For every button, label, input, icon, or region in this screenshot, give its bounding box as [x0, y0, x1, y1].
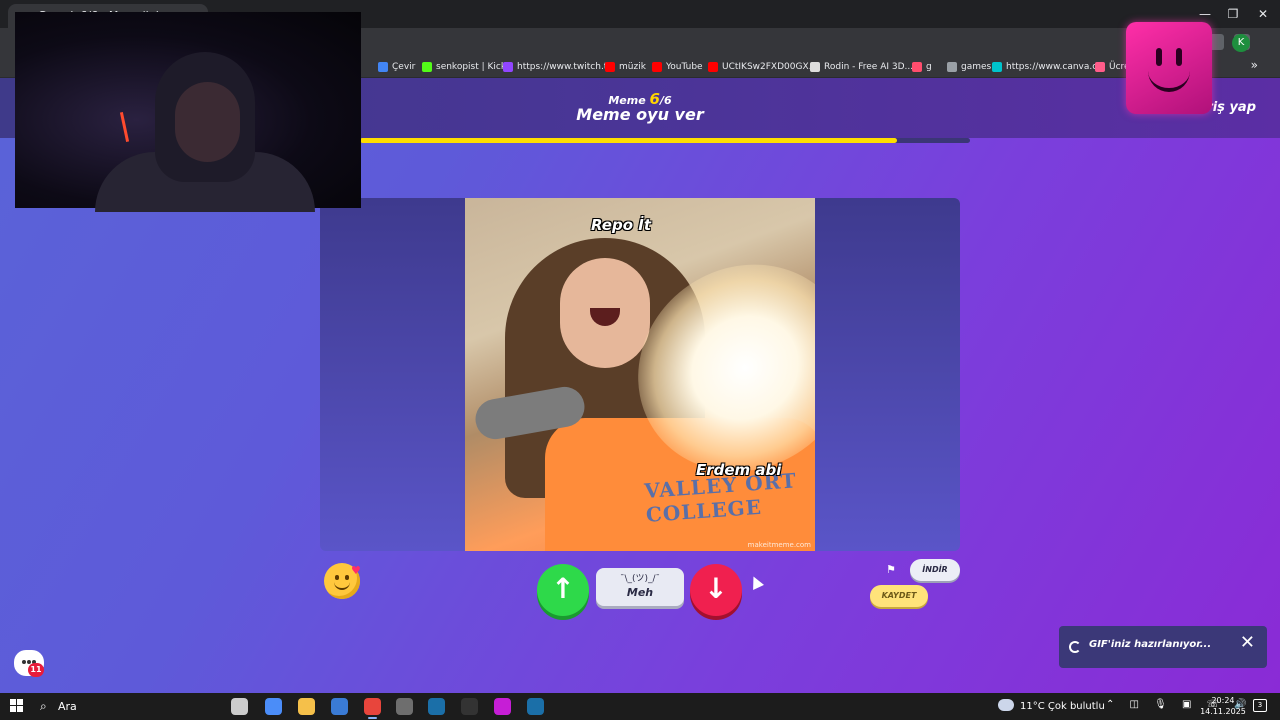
progress-fill: [360, 138, 897, 143]
bookmark-item[interactable]: senkopist | Kick: [422, 59, 506, 75]
emoji-eye-right: [345, 575, 349, 580]
bookmark-item[interactable]: games: [947, 59, 991, 75]
taskbar-app-obs-icon[interactable]: [396, 698, 413, 715]
webcam-face: [175, 82, 240, 162]
taskbar-app-copilot-icon[interactable]: [265, 698, 282, 715]
bookmark-item[interactable]: https://www.twitch.t...: [503, 59, 616, 75]
profile-avatar[interactable]: K: [1232, 34, 1250, 52]
maximize-button[interactable]: ❐: [1218, 4, 1248, 24]
chat-dot: [22, 660, 26, 664]
start-tile: [10, 699, 16, 705]
more-bookmarks-icon[interactable]: »: [1251, 58, 1258, 72]
weather-widget[interactable]: 11°C Çok bulutlu: [998, 693, 1105, 720]
toast-message: GIF'iniz hazırlanıyor...: [1089, 639, 1212, 650]
logo-eye-left: [1156, 48, 1162, 66]
meme-image: VALLEY ORT COLLEGE Repo İt Erdem abi mak…: [465, 198, 815, 551]
start-tile: [17, 706, 23, 712]
heart-icon: ♥: [351, 564, 361, 577]
search-label: Ara: [58, 700, 77, 713]
mouse-cursor-icon: [748, 574, 764, 590]
taskbar-app-file-explorer-icon[interactable]: [298, 698, 315, 715]
chat-badge: 11: [28, 663, 44, 677]
start-tile: [10, 706, 16, 712]
taskbar: ⌕ Ara 11°C Çok bulutlu ⌃ ◫ 🎙 ▣ ☏ 🔊 20:24…: [0, 693, 1280, 720]
clock-time: 20:24: [1211, 696, 1235, 705]
minimize-button[interactable]: —: [1190, 4, 1220, 24]
emoji-eye-left: [335, 575, 339, 580]
bookmark-item[interactable]: Çevir: [378, 59, 415, 75]
bookmark-item[interactable]: Rodin - Free AI 3D...: [810, 59, 913, 75]
smiley-logo-icon: [1126, 22, 1212, 114]
progress-bar: [360, 138, 970, 143]
meh-button[interactable]: ¯\_(ツ)_/¯ Meh: [596, 568, 684, 606]
logo-eye-right: [1176, 48, 1182, 66]
start-tile: [17, 699, 23, 705]
start-button[interactable]: [10, 699, 24, 713]
taskbar-app-steam-icon[interactable]: [428, 698, 445, 715]
bookmark-item[interactable]: YouTube: [652, 59, 703, 75]
notifications-icon[interactable]: 3: [1253, 699, 1267, 712]
clock[interactable]: 20:24 14.11.2025: [1198, 695, 1248, 717]
taskbar-search[interactable]: ⌕ Ara: [36, 697, 216, 716]
spinner-icon: [1069, 641, 1081, 653]
weather-text: 11°C Çok bulutlu: [1020, 701, 1105, 712]
webcam-overlay: [15, 12, 361, 212]
meh-label: Meh: [626, 586, 654, 599]
taskbar-app-taskview-icon[interactable]: [231, 698, 248, 715]
bookmark-item[interactable]: müzik: [605, 59, 646, 75]
taskbar-app-chrome-icon[interactable]: [364, 698, 381, 719]
toast-close-button[interactable]: ✕: [1240, 632, 1255, 653]
report-flag-icon[interactable]: ⚑: [886, 563, 896, 576]
bookmark-item[interactable]: UCtIKSw2FXD00GX...: [708, 59, 817, 75]
taskbar-app-store-icon[interactable]: [331, 698, 348, 715]
cloud-icon: [998, 699, 1014, 711]
taskbar-app-epic-games-icon[interactable]: [461, 698, 478, 715]
gif-toast: GIF'iniz hazırlanıyor... ✕: [1059, 626, 1267, 668]
caption-bottom: Erdem abi: [696, 461, 782, 479]
meme-panel: VALLEY ORT COLLEGE Repo İt Erdem abi mak…: [320, 198, 960, 551]
bookmark-item[interactable]: Ücre: [1095, 59, 1130, 75]
shrug-icon: ¯\_(ツ)_/¯: [619, 574, 661, 584]
save-button[interactable]: KAYDET: [870, 585, 928, 607]
clock-date: 14.11.2025: [1200, 707, 1246, 716]
logo-mouth: [1148, 68, 1190, 92]
upvote-button[interactable]: ↑: [537, 564, 589, 616]
emoji-smile: [334, 582, 350, 590]
taskbar-app-kick-app-icon[interactable]: [494, 698, 511, 715]
bookmark-item[interactable]: https://www.canva.c...: [992, 59, 1106, 75]
download-button[interactable]: İNDİR: [910, 559, 960, 581]
caption-top: Repo İt: [591, 216, 651, 234]
bookmark-item[interactable]: g: [912, 59, 932, 75]
meme-watermark: makeitmeme.com: [747, 541, 811, 549]
emoji-reaction-icon[interactable]: ♥: [324, 563, 361, 599]
webcam-light: [119, 112, 130, 142]
close-window-button[interactable]: ✕: [1248, 4, 1278, 24]
search-icon: ⌕: [40, 699, 47, 713]
taskbar-app-steam-2-icon[interactable]: [527, 698, 544, 715]
downvote-button[interactable]: ↓: [690, 564, 742, 616]
